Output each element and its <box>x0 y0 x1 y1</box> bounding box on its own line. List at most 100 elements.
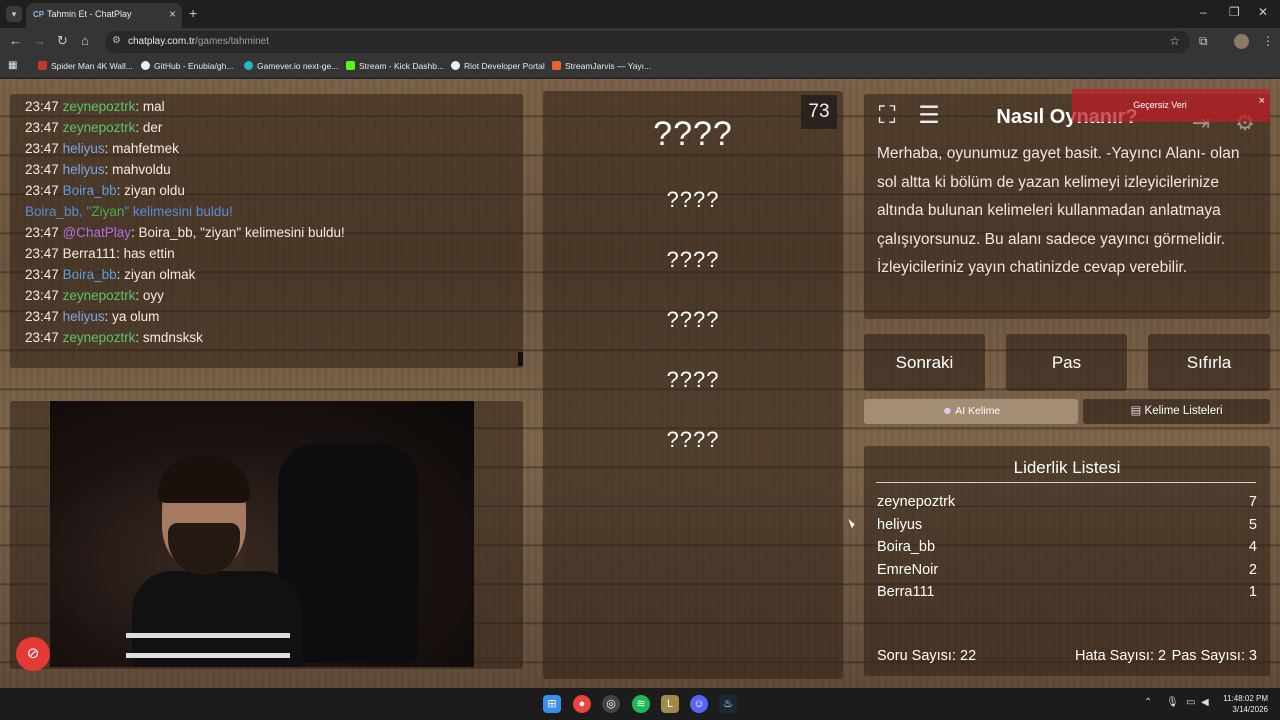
chat-time: 23:47 <box>25 141 59 156</box>
chat-username[interactable]: zeynepoztrk <box>63 99 136 114</box>
tab-title: Tahmin Et - ChatPlay <box>47 9 132 19</box>
player-name: heliyus <box>877 516 923 533</box>
robot-icon: ☻ <box>941 405 956 417</box>
active-tab[interactable]: CP Tahmin Et - ChatPlay × <box>26 3 182 28</box>
profile-avatar[interactable] <box>1234 34 1249 49</box>
bookmark-label: Stream - Kick Dashb... <box>359 61 445 71</box>
chat-scrollbar[interactable] <box>518 352 523 366</box>
browser-menu-icon[interactable]: ⋮ <box>1262 34 1274 48</box>
chat-text: : der <box>135 120 163 135</box>
chat-message: 23:47 Boira_bb: ziyan oldu <box>25 183 185 198</box>
player-score: 5 <box>1248 516 1257 533</box>
maximize-icon[interactable]: ❐ <box>1229 5 1240 19</box>
chat-username[interactable]: heliyus <box>63 141 105 156</box>
reset-button[interactable]: Sıfırla <box>1148 334 1270 391</box>
bookmark-item[interactable]: GitHub - Enubia/gh... <box>141 61 233 71</box>
discord-icon[interactable]: ☺ <box>690 695 708 713</box>
bookmark-item[interactable]: StreamJarvis — Yayı... <box>552 61 651 71</box>
spotify-icon[interactable]: ≋ <box>632 695 650 713</box>
chrome-icon[interactable]: ● <box>573 695 591 713</box>
words-panel: 73 ???? ???????????????????? <box>543 91 843 679</box>
forward-icon[interactable]: → <box>33 33 46 48</box>
player-name: zeynepoztrk <box>877 494 956 510</box>
system-message-text: Boira_bb, " <box>25 204 92 219</box>
site-info-icon[interactable]: ⚙ <box>112 35 121 46</box>
bookmark-item[interactable]: Gamever.io next-ge... <box>244 61 338 71</box>
windows-start-icon[interactable]: ⊞ <box>543 695 561 713</box>
network-icon[interactable]: ▭ <box>1186 697 1195 708</box>
ai-word-label: AI Kelime <box>955 405 1001 417</box>
league-icon[interactable]: L <box>661 695 679 713</box>
player-name: EmreNoir <box>877 561 939 578</box>
windows-taskbar: ⊞ ● ◎ ≋ L ☺ ♨ ⌃ 🎙 ▭ ◀ 11:48:02 PM 3/14/2… <box>0 688 1280 720</box>
webcam-panel: ⊘ <box>10 401 523 671</box>
chat-text: : mahfetmek <box>104 141 179 156</box>
chat-username[interactable]: Berra111 <box>63 246 117 261</box>
player-score: 1 <box>1248 584 1257 601</box>
chat-time: 23:47 <box>25 183 59 198</box>
system-clock[interactable]: 11:48:02 PM 3/14/2026 <box>1223 693 1268 715</box>
shirt-stripe <box>126 653 290 658</box>
chat-username[interactable]: heliyus <box>63 162 105 177</box>
bookmark-star-icon[interactable]: ☆ <box>1169 34 1180 48</box>
browser-toolbar: ← → ↻ ⌂ ⚙ chatplay.com.tr/games/tahminet… <box>0 28 1280 56</box>
browser-tab-strip: ▾ CP Tahmin Et - ChatPlay × + – ❐ ✕ <box>0 0 1280 28</box>
microphone-icon[interactable]: 🎙 <box>1166 697 1179 708</box>
riot-icon <box>451 61 460 70</box>
address-bar[interactable]: ⚙ chatplay.com.tr/games/tahminet ☆ <box>105 31 1190 53</box>
volume-icon[interactable]: ◀ <box>1201 697 1209 708</box>
new-tab-icon[interactable]: + <box>189 5 197 21</box>
error-count: Hata Sayısı: 2 <box>1075 648 1167 664</box>
chat-time: 23:47 <box>25 120 59 135</box>
bookmark-item[interactable]: Riot Developer Portal <box>451 61 545 71</box>
streamer-figure <box>126 455 302 667</box>
player-score: 2 <box>1248 561 1257 578</box>
forbidden-word: ???? <box>666 187 720 212</box>
player-name: Berra111 <box>877 584 935 601</box>
bookmark-label: GitHub - Enubia/gh... <box>154 61 234 71</box>
chat-username[interactable]: Boira_bb <box>63 267 117 282</box>
chat-message: 23:47 zeynepoztrk: der <box>25 120 162 135</box>
chat-username[interactable]: @ChatPlay <box>63 225 131 240</box>
minimize-icon[interactable]: – <box>1200 5 1207 19</box>
record-disabled-icon[interactable]: ⊘ <box>16 637 50 671</box>
streamer-body <box>126 571 302 667</box>
tab-close-icon[interactable]: × <box>169 7 176 21</box>
bookmark-item[interactable]: Stream - Kick Dashb... <box>346 61 444 71</box>
bookmark-label: Riot Developer Portal <box>464 61 545 71</box>
next-button[interactable]: Sonraki <box>864 334 985 391</box>
chat-username[interactable]: zeynepoztrk <box>63 330 136 345</box>
clock-time: 11:48:02 PM <box>1223 694 1268 703</box>
tab-search-icon[interactable]: ▾ <box>6 6 22 22</box>
tray-overflow-icon[interactable]: ⌃ <box>1144 697 1152 708</box>
chat-time: 23:47 <box>25 225 59 240</box>
home-icon[interactable]: ⌂ <box>81 33 89 48</box>
window-close-icon[interactable]: ✕ <box>1258 5 1268 19</box>
chat-time: 23:47 <box>25 330 59 345</box>
chat-username[interactable]: heliyus <box>63 309 105 324</box>
player-name: Boira_bb <box>877 539 936 556</box>
extensions-icon[interactable]: ⧉ <box>1199 34 1208 49</box>
back-icon[interactable]: ← <box>9 33 22 48</box>
chat-username[interactable]: zeynepoztrk <box>63 288 136 303</box>
bookmark-item[interactable]: Spider Man 4K Wall... <box>38 61 133 71</box>
url-path: /games/tahminet <box>195 36 269 47</box>
streamer-hair <box>158 455 250 503</box>
bookmark-label: Gamever.io next-ge... <box>257 61 339 71</box>
kick-icon <box>346 61 355 70</box>
system-message-text: " kelimesini buldu! <box>124 204 233 219</box>
toast-close-icon[interactable]: × <box>1259 95 1265 107</box>
steam-icon[interactable]: ♨ <box>719 695 737 713</box>
obs-icon[interactable]: ◎ <box>602 695 620 713</box>
invalid-data-toast: Geçersiz Veri × <box>1072 89 1270 122</box>
bookmark-label: Spider Man 4K Wall... <box>51 61 133 71</box>
chat-username[interactable]: Boira_bb <box>63 183 117 198</box>
url-host: chatplay.com.tr <box>128 36 196 47</box>
apps-grid-icon[interactable]: ▦ <box>8 60 17 71</box>
pass-button[interactable]: Pas <box>1006 334 1127 391</box>
word-lists-button[interactable]: ▤ Kelime Listeleri <box>1083 399 1270 424</box>
pass-count: Pas Sayısı: 3 <box>1171 648 1257 664</box>
ai-word-button[interactable]: ☻ AI Kelime <box>864 399 1078 424</box>
reload-icon[interactable]: ↻ <box>57 33 68 49</box>
chat-username[interactable]: zeynepoztrk <box>63 120 136 135</box>
